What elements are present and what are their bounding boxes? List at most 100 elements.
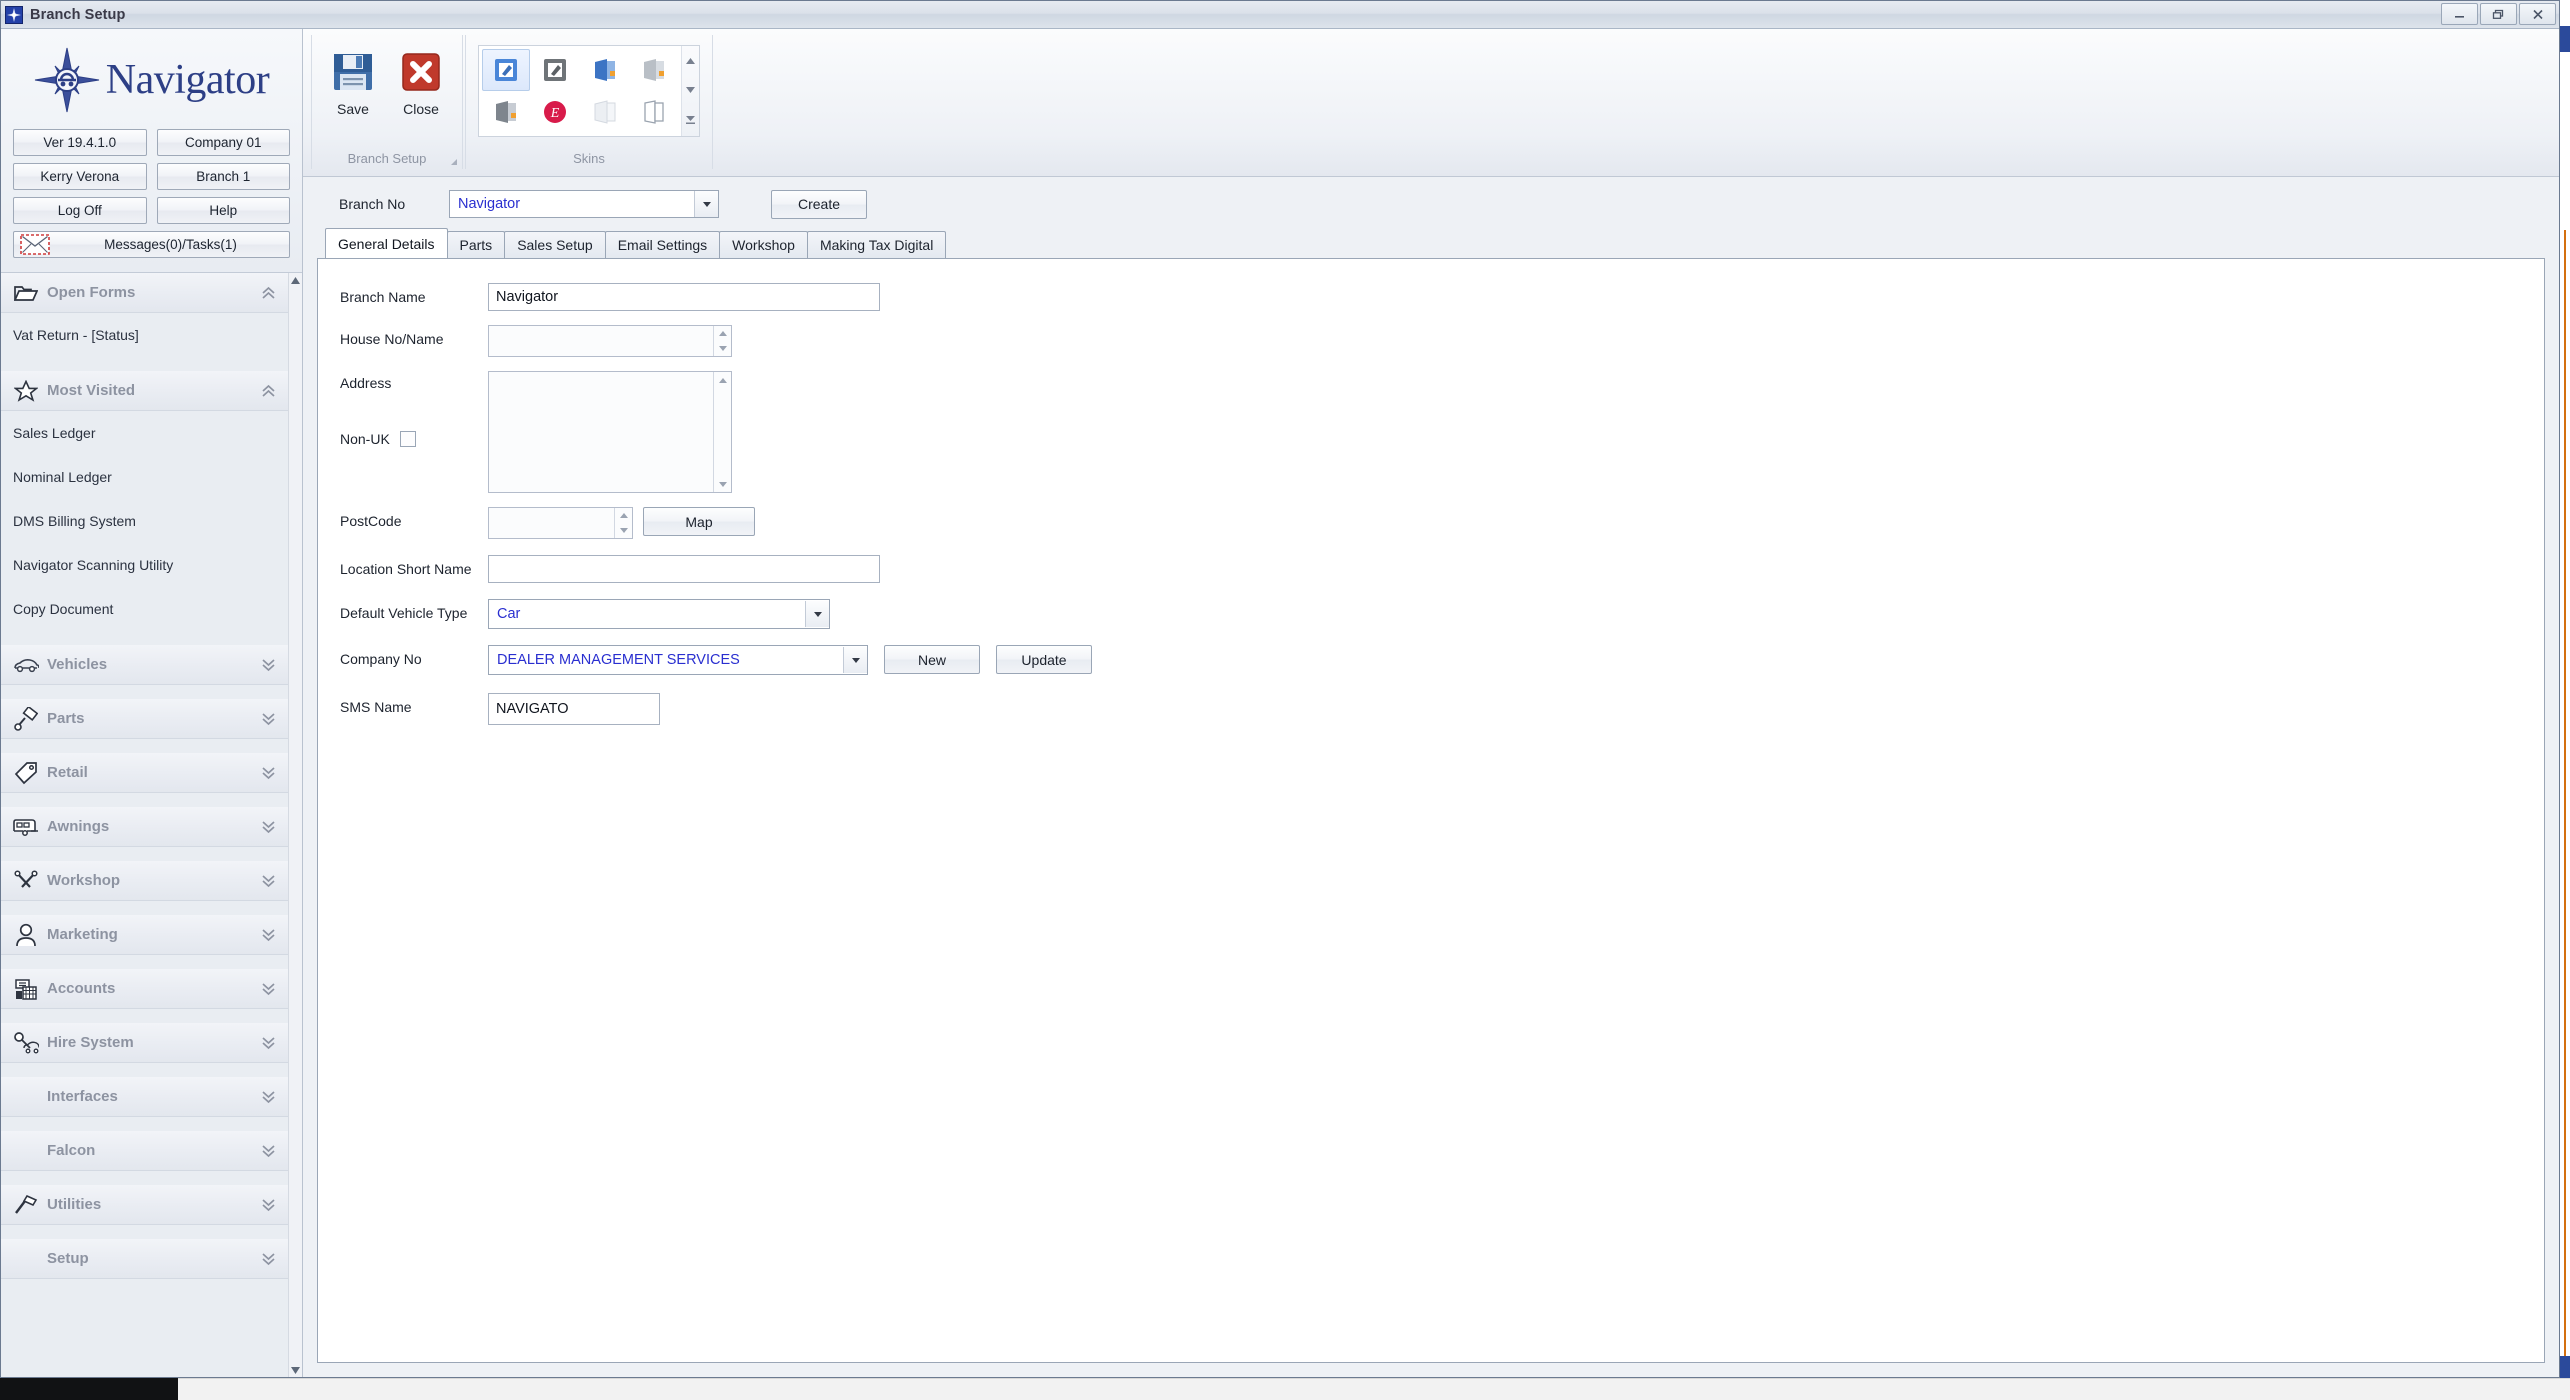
user-button[interactable]: Kerry Verona [13, 163, 147, 190]
chevron-down-double-icon[interactable] [261, 928, 276, 942]
address-textarea[interactable] [488, 371, 732, 493]
sidebar-group-title: Retail [47, 764, 88, 781]
branch-button[interactable]: Branch 1 [156, 163, 290, 190]
sidebar-item-vat-return[interactable]: Vat Return - [Status] [1, 313, 288, 357]
scroll-down-icon[interactable] [289, 1363, 303, 1377]
tab-sales-setup[interactable]: Sales Setup [504, 231, 606, 258]
minimize-button[interactable] [2441, 3, 2478, 25]
sidebar-group-retail[interactable]: Retail [1, 753, 288, 793]
chevron-down-icon[interactable] [805, 601, 829, 627]
sidebar-group-open-forms[interactable]: Open Forms [1, 273, 288, 313]
chevron-down-icon[interactable] [694, 191, 718, 217]
tab-workshop[interactable]: Workshop [719, 231, 808, 258]
chevron-down-double-icon[interactable] [261, 1252, 276, 1266]
default-vehicle-type-combobox[interactable]: Car [488, 599, 830, 629]
postcode-input[interactable] [488, 507, 633, 539]
skin-red-circle[interactable]: E [531, 92, 579, 134]
sidebar-item-dms-billing-system[interactable]: DMS Billing System [1, 499, 288, 543]
branch-setup-caption-text: Branch Setup [347, 150, 427, 166]
scroll-up-icon[interactable] [714, 372, 731, 388]
branch-name-input[interactable]: Navigator [488, 283, 880, 311]
gallery-scroll-up-icon[interactable] [686, 57, 695, 64]
spinner-down-icon[interactable] [714, 341, 731, 356]
map-button[interactable]: Map [643, 507, 755, 536]
house-no-input[interactable] [488, 325, 732, 357]
location-short-name-input[interactable] [488, 555, 880, 583]
sidebar-item-nominal-ledger[interactable]: Nominal Ledger [1, 455, 288, 499]
sidebar-group-hire-system[interactable]: Hire System [1, 1023, 288, 1063]
gallery-expand-icon[interactable] [685, 115, 696, 125]
sms-name-input[interactable]: NAVIGATO [488, 693, 660, 725]
scroll-up-icon[interactable] [289, 273, 303, 287]
tab-making-tax-digital[interactable]: Making Tax Digital [806, 231, 947, 258]
compass-star-icon [34, 47, 99, 113]
update-button[interactable]: Update [996, 645, 1092, 674]
messages-tasks-button[interactable]: Messages(0)/Tasks(1) [13, 231, 290, 258]
skin-office-blue[interactable] [581, 49, 629, 91]
close-button-ribbon[interactable]: Close [392, 43, 450, 117]
chevron-up-double-icon[interactable] [261, 286, 276, 300]
chevron-down-double-icon[interactable] [261, 712, 276, 726]
chevron-down-double-icon[interactable] [261, 1198, 276, 1212]
spinner-up-icon[interactable] [615, 508, 632, 523]
postcode-row: PostCode Map [340, 507, 2544, 539]
skin-blue-edit[interactable] [482, 49, 531, 91]
save-button[interactable]: Save [324, 43, 382, 117]
nav-scrollbar[interactable] [288, 273, 302, 1377]
sidebar-group-utilities[interactable]: Utilities [1, 1185, 288, 1225]
sidebar-item-navigator-scanning-utility[interactable]: Navigator Scanning Utility [1, 543, 288, 587]
sidebar-item-sales-ledger[interactable]: Sales Ledger [1, 411, 288, 455]
sidebar-group-falcon[interactable]: Falcon [1, 1131, 288, 1171]
tab-parts[interactable]: Parts [446, 231, 506, 258]
chevron-down-double-icon[interactable] [261, 1036, 276, 1050]
logoff-button[interactable]: Log Off [13, 197, 147, 224]
chevron-down-double-icon[interactable] [261, 1090, 276, 1104]
gallery-scroll-down-icon[interactable] [686, 86, 695, 93]
chevron-down-double-icon[interactable] [261, 766, 276, 780]
sidebar-group-setup[interactable]: Setup [1, 1239, 288, 1279]
create-button[interactable]: Create [771, 189, 867, 219]
blank-icon [13, 1085, 39, 1109]
spinner-up-icon[interactable] [714, 326, 731, 341]
company-button[interactable]: Company 01 [156, 129, 290, 156]
chevron-down-double-icon[interactable] [261, 874, 276, 888]
chevron-down-double-icon[interactable] [261, 1144, 276, 1158]
sidebar-group-marketing[interactable]: Marketing [1, 915, 288, 955]
tab-email-settings[interactable]: Email Settings [604, 231, 721, 258]
skin-grey-edit[interactable] [531, 49, 579, 91]
sidebar-group-most-visited[interactable]: Most Visited [1, 371, 288, 411]
sidebar-group-awnings[interactable]: Awnings [1, 807, 288, 847]
close-button[interactable] [2519, 3, 2556, 25]
chevron-down-double-icon[interactable] [261, 820, 276, 834]
gallery-scrollbar[interactable] [681, 46, 699, 136]
skin-office-light[interactable] [581, 92, 629, 134]
scroll-down-icon[interactable] [714, 476, 731, 492]
branch-no-combobox[interactable]: Navigator [449, 190, 719, 218]
company-no-combobox[interactable]: DEALER MANAGEMENT SERVICES [488, 645, 868, 675]
chevron-up-double-icon[interactable] [261, 384, 276, 398]
sidebar-item-copy-document[interactable]: Copy Document [1, 587, 288, 631]
chevron-down-double-icon[interactable] [261, 982, 276, 996]
skins-gallery[interactable]: E [478, 45, 700, 137]
skin-office-plain[interactable] [630, 92, 678, 134]
sidebar-group-interfaces[interactable]: Interfaces [1, 1077, 288, 1117]
skin-office-dark[interactable] [482, 92, 530, 134]
sidebar-group-accounts[interactable]: Accounts [1, 969, 288, 1009]
dialog-launcher-icon[interactable] [451, 159, 457, 165]
help-button[interactable]: Help [156, 197, 290, 224]
sidebar-group-parts[interactable]: Parts [1, 699, 288, 739]
address-scrollbar[interactable] [713, 372, 731, 492]
skin-office-grey[interactable] [630, 49, 678, 91]
non-uk-checkbox[interactable] [399, 431, 416, 447]
version-button[interactable]: Ver 19.4.1.0 [13, 129, 147, 156]
sidebar-group-vehicles[interactable]: Vehicles [1, 645, 288, 685]
chevron-down-double-icon[interactable] [261, 658, 276, 672]
chevron-down-icon[interactable] [843, 647, 867, 673]
house-no-spinner[interactable] [713, 326, 731, 356]
new-button[interactable]: New [884, 645, 980, 674]
postcode-spinner[interactable] [614, 508, 632, 538]
spinner-down-icon[interactable] [615, 523, 632, 538]
restore-button[interactable] [2480, 3, 2517, 25]
tab-general-details[interactable]: General Details [325, 228, 448, 258]
sidebar-group-workshop[interactable]: Workshop [1, 861, 288, 901]
